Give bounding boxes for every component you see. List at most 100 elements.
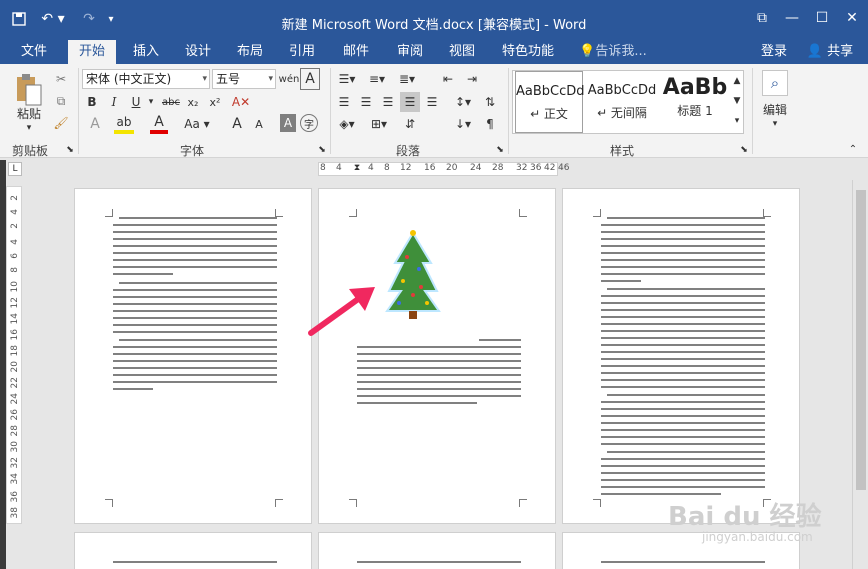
font-launcher-icon[interactable]: ⬊: [316, 144, 328, 156]
text-line: [601, 422, 765, 424]
tell-me-search[interactable]: 💡告诉我...: [578, 40, 648, 64]
tab-insert[interactable]: 插入: [124, 40, 168, 64]
tab-layout[interactable]: 布局: [228, 40, 272, 64]
align-left-icon[interactable]: ☰: [334, 92, 354, 112]
cut-icon[interactable]: ✂: [52, 70, 70, 88]
character-shading-icon[interactable]: A: [280, 114, 296, 132]
tab-home[interactable]: 开始: [68, 40, 116, 64]
indent-marker-icon[interactable]: ⧗: [352, 158, 362, 178]
paragraph-launcher-icon[interactable]: ⬊: [494, 144, 506, 156]
paste-dropdown-icon[interactable]: ▾: [20, 122, 38, 134]
shrink-font-icon[interactable]: A: [250, 114, 268, 134]
clipboard-launcher-icon[interactable]: ⬊: [64, 144, 76, 156]
minimize-button[interactable]: —: [778, 6, 806, 30]
search-icon[interactable]: ⌕: [762, 70, 788, 96]
clear-formatting-icon[interactable]: A✕: [230, 92, 252, 112]
paste-button[interactable]: 粘贴: [8, 104, 50, 122]
tab-file[interactable]: 文件: [12, 40, 56, 64]
tab-references[interactable]: 引用: [280, 40, 324, 64]
tab-special-features[interactable]: 特色功能: [496, 40, 560, 64]
underline-dropdown-icon[interactable]: ▾: [146, 92, 156, 112]
style-no-spacing[interactable]: AaBbCcDd ↵ 无间隔: [587, 71, 657, 133]
sort-az-icon[interactable]: ⇅: [480, 92, 500, 112]
style-normal[interactable]: AaBbCcDd ↵ 正文: [515, 71, 585, 133]
text-line: [113, 252, 277, 254]
text-effects-icon[interactable]: A: [84, 114, 106, 134]
numbering-icon[interactable]: ≡▾: [364, 70, 390, 88]
borders-icon[interactable]: ⊞▾: [366, 114, 392, 134]
crop-mark: [763, 209, 771, 217]
bullets-icon[interactable]: ☰▾: [334, 70, 360, 88]
decrease-indent-icon[interactable]: ⇤: [438, 70, 458, 88]
clipboard-group-label: 剪贴板: [12, 144, 49, 158]
justify-icon[interactable]: ☰: [400, 92, 420, 112]
highlight-color-icon[interactable]: ab: [114, 114, 134, 134]
increase-indent-icon[interactable]: ⇥: [462, 70, 482, 88]
chinese-layout-icon[interactable]: ⇵: [400, 114, 420, 134]
editing-dropdown-icon[interactable]: ▾: [768, 118, 782, 130]
align-right-icon[interactable]: ☰: [378, 92, 398, 112]
tab-view[interactable]: 视图: [440, 40, 484, 64]
underline-button[interactable]: U: [128, 92, 144, 112]
enclose-characters-icon[interactable]: 字: [300, 114, 318, 132]
copy-icon[interactable]: ⧉: [52, 92, 70, 110]
text-line: [113, 266, 277, 268]
italic-button[interactable]: I: [106, 92, 122, 112]
style-name: 标题 1: [677, 104, 713, 118]
format-painter-icon[interactable]: 🖌: [52, 114, 70, 132]
ruler-tick: 10: [10, 281, 20, 293]
superscript-button[interactable]: x²: [206, 92, 224, 112]
style-heading-1[interactable]: AaBb 标题 1: [661, 71, 729, 133]
styles-launcher-icon[interactable]: ⬊: [738, 144, 750, 156]
text-line: [357, 353, 521, 355]
tab-review[interactable]: 审阅: [388, 40, 432, 64]
subscript-button[interactable]: x₂: [184, 92, 202, 112]
multilevel-list-icon[interactable]: ≣▾: [394, 70, 420, 88]
page-4[interactable]: [74, 532, 312, 569]
change-case-button[interactable]: Aa ▾: [184, 114, 210, 134]
page-3[interactable]: [562, 188, 800, 524]
styles-scroll-down-icon[interactable]: ▼: [731, 91, 743, 111]
vertical-scrollbar[interactable]: [852, 180, 868, 569]
tab-design[interactable]: 设计: [176, 40, 220, 64]
shading-icon[interactable]: ◈▾: [334, 114, 360, 134]
text-line: [607, 451, 765, 453]
vertical-ruler[interactable]: 2 4 2 4 6 8 10 12 14 16 18 20 22 24 26 2…: [6, 186, 22, 524]
font-color-icon[interactable]: A: [150, 114, 168, 134]
scrollbar-thumb[interactable]: [856, 190, 866, 490]
phonetic-guide-icon[interactable]: wén: [279, 68, 300, 90]
tab-mailings[interactable]: 邮件: [334, 40, 378, 64]
christmas-tree-image[interactable]: [385, 229, 441, 321]
bold-button[interactable]: B: [84, 92, 100, 112]
page-2[interactable]: [308, 188, 556, 524]
ribbon-display-options-icon[interactable]: ⧉: [748, 6, 776, 30]
page-5[interactable]: [318, 532, 556, 569]
collapse-ribbon-icon[interactable]: ⌃: [846, 142, 860, 156]
tab-selector-icon[interactable]: L: [8, 162, 22, 176]
grow-font-icon[interactable]: A: [228, 114, 246, 134]
sort-icon[interactable]: ↓▾: [450, 114, 476, 134]
ruler-tick: 16: [10, 329, 20, 341]
font-size-combo[interactable]: 五号 ▾: [212, 69, 276, 89]
font-name-combo[interactable]: 宋体 (中文正文) ▾: [82, 69, 210, 89]
page-1[interactable]: [74, 188, 312, 524]
character-border-icon[interactable]: A: [300, 68, 320, 90]
login-link[interactable]: 登录: [752, 40, 796, 64]
maximize-button[interactable]: ☐: [808, 6, 836, 30]
editing-button[interactable]: 编辑: [758, 100, 792, 118]
strikethrough-button[interactable]: abc: [160, 92, 182, 112]
text-line: [601, 323, 765, 325]
share-button[interactable]: 👤 共享: [798, 40, 862, 64]
styles-scroll-up-icon[interactable]: ▲: [731, 71, 743, 91]
align-center-icon[interactable]: ☰: [356, 92, 376, 112]
line-spacing-icon[interactable]: ↕▾: [450, 92, 476, 112]
ruler-tick: 16: [424, 163, 436, 173]
text-line: [601, 245, 765, 247]
close-button[interactable]: ✕: [838, 6, 866, 30]
text-line: [601, 372, 765, 374]
text-line: [357, 395, 521, 397]
show-marks-icon[interactable]: ¶: [480, 114, 500, 134]
distributed-icon[interactable]: ☰: [422, 92, 442, 112]
separator: [752, 68, 753, 154]
styles-more-icon[interactable]: ▾: [731, 111, 743, 131]
